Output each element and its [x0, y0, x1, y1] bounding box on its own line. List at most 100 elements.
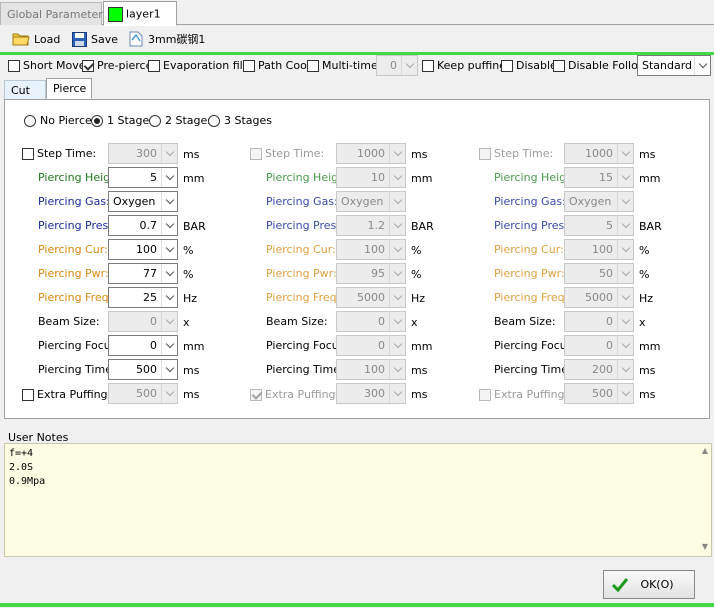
stage2-step-time-field[interactable]: 1000 — [336, 143, 406, 164]
pre-pierce-checkbox[interactable]: Pre-pierce — [82, 59, 152, 72]
stage1-extra-puffing-label: Extra Puffing: — [37, 388, 112, 401]
stage1-step-time-field[interactable]: 300 — [108, 143, 178, 164]
stage3-gas-select[interactable]: Oxygen — [564, 191, 634, 212]
stage2-freq-field[interactable]: 5000 — [336, 287, 406, 308]
disable-checkbox[interactable]: Disable — [501, 59, 557, 72]
stage2-pwr-field[interactable]: 95 — [336, 263, 406, 284]
stage3-height-unit: mm — [639, 172, 661, 185]
stage1-freq-label: Piercing Freq: — [38, 291, 113, 304]
radio-2-stages[interactable]: 2 Stages — [149, 114, 213, 127]
stage1-step-time-label: Step Time: — [37, 147, 97, 160]
stage1-freq-field[interactable]: 25 — [108, 287, 178, 308]
stage3-beam-field[interactable]: 0 — [564, 311, 634, 332]
stage1-pres-unit: BAR — [183, 220, 206, 233]
ok-label: OK(O) — [640, 578, 674, 591]
stage1-freq-value: 25 — [143, 291, 157, 304]
stage1-gas-select[interactable]: Oxygen — [108, 191, 178, 212]
tab-pierce[interactable]: Pierce — [46, 78, 92, 99]
stage2-gas-value: Oxygen — [341, 195, 384, 208]
stage2-height-field[interactable]: 10 — [336, 167, 406, 188]
stage3-pres-field[interactable]: 5 — [564, 215, 634, 236]
chevron-down-icon — [393, 171, 402, 181]
stage3-extra-puffing-field[interactable]: 500 — [564, 383, 634, 404]
stage2-extra-puffing-checkbox[interactable]: Extra Puffing: — [250, 388, 339, 401]
stage3-pwr-field[interactable]: 50 — [564, 263, 634, 284]
stage2-pwr-unit: % — [411, 268, 422, 281]
chevron-down-icon — [165, 195, 174, 205]
evaporation-film-checkbox[interactable]: Evaporation film — [148, 59, 253, 72]
stage3-step-time-field[interactable]: 1000 — [564, 143, 634, 164]
stage1-time-value: 500 — [136, 363, 157, 376]
stage1-freq-unit: Hz — [183, 292, 198, 305]
preset-document-icon — [129, 31, 143, 47]
stage2-cur-field[interactable]: 100 — [336, 239, 406, 260]
stage2-extra-value: 300 — [364, 387, 385, 400]
stage1-height-field[interactable]: 5 — [108, 167, 178, 188]
chevron-down-icon — [165, 291, 174, 301]
stage3-extra-puffing-label: Extra Puffing — [494, 388, 565, 401]
radio-no-pierce[interactable]: No Pierce — [24, 114, 92, 127]
mode-select[interactable]: Standard — [637, 55, 711, 76]
stage3-freq-label: Piercing Freq: — [494, 291, 569, 304]
stage2-pres-field[interactable]: 1.2 — [336, 215, 406, 236]
stage1-time-field[interactable]: 500 — [108, 359, 178, 380]
chevron-down-icon — [393, 243, 402, 253]
chevron-down-icon — [393, 147, 402, 157]
chevron-down-icon — [621, 219, 630, 229]
stage2-beam-field[interactable]: 0 — [336, 311, 406, 332]
scroll-down-icon[interactable]: ▼ — [700, 542, 710, 552]
stage1-step-time-checkbox[interactable]: Step Time: — [22, 147, 96, 160]
stage2-extra-puffing-field[interactable]: 300 — [336, 383, 406, 404]
stage2-time-field[interactable]: 100 — [336, 359, 406, 380]
checkmark-icon — [612, 577, 628, 592]
disable-follow-checkbox[interactable]: Disable Follow — [553, 59, 647, 72]
save-button[interactable]: Save — [72, 30, 118, 48]
tab-layer1[interactable]: layer1 — [103, 1, 177, 26]
stage2-pres-label: Piercing Pres: — [266, 219, 340, 232]
stage1-pwr-field[interactable]: 77 — [108, 263, 178, 284]
stage1-cur-field[interactable]: 100 — [108, 239, 178, 260]
path-cool-checkbox[interactable]: Path Cool — [243, 59, 310, 72]
multi-times-checkbox[interactable]: Multi-times — [307, 59, 383, 72]
short-move-checkbox[interactable]: Short Move — [8, 59, 86, 72]
tab-cut[interactable]: Cut — [4, 80, 46, 99]
floppy-disk-icon — [72, 31, 87, 47]
stage1-time-label: Piercing Time: — [38, 363, 116, 376]
stage3-time-field[interactable]: 200 — [564, 359, 634, 380]
stage2-step-time-checkbox[interactable]: Step Time: — [250, 147, 324, 160]
radio-3-stages[interactable]: 3 Stages — [208, 114, 272, 127]
stage3-cur-field[interactable]: 100 — [564, 239, 634, 260]
stage1-extra-puffing-field[interactable]: 500 — [108, 383, 178, 404]
stage1-focus-field[interactable]: 0 — [108, 335, 178, 356]
stage3-step-time-checkbox[interactable]: Step Time: — [479, 147, 553, 160]
stage3-focus-field[interactable]: 0 — [564, 335, 634, 356]
scroll-up-icon[interactable]: ▲ — [700, 446, 710, 456]
stage3-freq-field[interactable]: 5000 — [564, 287, 634, 308]
stage2-cur-label: Piercing Cur: — [266, 243, 336, 256]
stage2-focus-field[interactable]: 0 — [336, 335, 406, 356]
user-notes-textarea[interactable]: f=+4 2.0S 0.9Mpa — [4, 443, 712, 557]
tab-global-parameter[interactable]: Global Parameter — [0, 2, 103, 25]
chevron-down-icon — [393, 291, 402, 301]
stage2-gas-select[interactable]: Oxygen — [336, 191, 406, 212]
radio-1-stages[interactable]: 1 Stages — [91, 114, 155, 127]
stage3-pres-value: 5 — [606, 219, 613, 232]
stage3-extra-puffing-checkbox[interactable]: Extra Puffing — [479, 388, 565, 401]
chevron-down-icon — [621, 171, 630, 181]
stage1-gas-label: Piercing Gas: — [38, 195, 110, 208]
stage1-beam-field[interactable]: 0 — [108, 311, 178, 332]
load-button[interactable]: Load — [12, 30, 60, 48]
stage3-height-field[interactable]: 15 — [564, 167, 634, 188]
chevron-down-icon — [621, 339, 630, 349]
stage3-pres-label: Piercing Pres: — [494, 219, 568, 232]
keep-puffing-checkbox[interactable]: Keep puffing — [422, 59, 506, 72]
chevron-down-icon — [393, 195, 402, 205]
preset-button[interactable]: 3mm碳钢1 — [128, 30, 205, 48]
multi-times-select[interactable]: 0 — [376, 55, 418, 76]
stage1-pres-label: Piercing Pres: — [38, 219, 112, 232]
ok-button[interactable]: OK(O) — [603, 570, 695, 599]
stage1-extra-puffing-checkbox[interactable]: Extra Puffing: — [22, 388, 111, 401]
stage1-pres-field[interactable]: 0.7 — [108, 215, 178, 236]
stage1-gas-value: Oxygen — [113, 195, 156, 208]
stage2-extra-unit: ms — [411, 388, 428, 401]
